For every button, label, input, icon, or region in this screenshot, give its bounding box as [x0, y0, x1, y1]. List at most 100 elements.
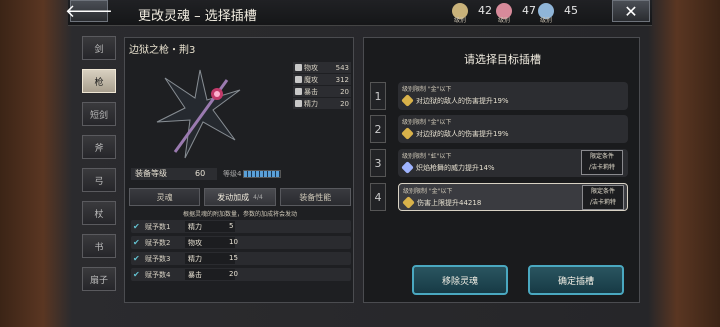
bonus-row: ✔ 赋予数2 物攻 10 [131, 236, 351, 249]
currency-1-label: 级别 [454, 17, 467, 24]
bonus-value: 15 [229, 254, 238, 262]
close-button[interactable]: ✕ [612, 0, 650, 22]
stat-name: 物攻 [304, 63, 318, 72]
tab-activate-bonus[interactable]: 发动加成 4/4 [204, 188, 276, 206]
gold-gem-icon [401, 94, 414, 107]
back-arrow-icon: 🡐 [64, 0, 114, 22]
bonus-row: ✔ 赋予数4 暴击 20 [131, 268, 351, 281]
bonus-name: 赋予数2 [145, 239, 171, 247]
tab-book[interactable]: 书 [82, 234, 116, 258]
currency-2-value: 47 [522, 4, 536, 17]
bonus-row: ✔ 赋予数3 精力 15 [131, 252, 351, 265]
check-icon: ✔ [133, 222, 140, 231]
stat-value: 312 [335, 75, 349, 84]
phys-attack-icon [295, 64, 302, 71]
weapon-type-tabs: 剑 枪 短剑 斧 弓 杖 书 扇子 [82, 36, 120, 300]
bonus-name: 赋予数3 [145, 255, 171, 263]
tab-soul-label: 灵魂 [156, 192, 173, 202]
stat-name: 魔攻 [304, 75, 318, 84]
rainbow-gem-icon [401, 161, 414, 174]
slot-effect: 伤害上限提升44218 [417, 199, 482, 207]
check-icon: ✔ [133, 270, 140, 279]
bonus-value: 10 [229, 238, 238, 246]
tab-fan[interactable]: 扇子 [82, 267, 116, 291]
tab-bow[interactable]: 弓 [82, 168, 116, 192]
stat-value: 543 [335, 63, 349, 72]
slot-requirement: 级别限制 "金"以下 [403, 188, 453, 195]
level-display: 等级4 [223, 168, 241, 180]
slot-number: 1 [370, 82, 386, 110]
level-bar-fill [244, 171, 280, 177]
bonus-name: 赋予数4 [145, 271, 171, 279]
gold-gem-icon [401, 127, 414, 140]
slot-condition: 限定条件 /洁卡莉特 [582, 185, 624, 210]
slot-requirement: 级别限制 "金"以下 [402, 119, 452, 126]
bonus-stat: 精力 [185, 253, 235, 264]
stat-row: 魔攻 312 [293, 74, 351, 85]
stat-row: 暴击 20 [293, 86, 351, 97]
weapon-panel: 边狱之枪・荆3 物攻 543 魔攻 312 暴击 20 精力 20 装备等级 60 等级… [124, 37, 354, 303]
tab-activate-label: 发动加成 [217, 192, 250, 202]
magic-attack-icon [295, 76, 302, 83]
stat-row: 精力 20 [293, 98, 351, 109]
stat-value: 20 [340, 87, 349, 96]
slot-body: 级别限制 "金"以下 对边狱的敌人的伤害提升19% [398, 115, 628, 143]
activate-count: 4/4 [253, 193, 263, 201]
page-title: 更改灵魂 – 选择插槽 [138, 9, 257, 24]
bonus-stat: 物攻 [185, 237, 235, 248]
bonus-hint: 根据灵魂的附加数量，参数的加成将会发动 [182, 211, 297, 218]
slot-requirement: 级别限制 "金"以下 [402, 86, 452, 93]
equip-level-row: 装备等级 60 等级4 [131, 168, 351, 182]
spear-weapon-icon [156, 69, 241, 159]
level-label: 等级 [223, 170, 237, 178]
stat-row: 物攻 543 [293, 62, 351, 73]
check-icon: ✔ [133, 254, 140, 263]
tab-equip-performance[interactable]: 装备性能 [279, 188, 351, 206]
stat-name: 精力 [304, 99, 318, 108]
tab-spear[interactable]: 枪 [82, 69, 116, 93]
tab-soul[interactable]: 灵魂 [129, 188, 201, 206]
bonus-row: ✔ 赋予数1 精力 5 [131, 220, 351, 233]
gold-gem-icon [402, 196, 415, 209]
slot-requirement: 级别限制 "虹"以下 [402, 153, 452, 160]
slot-4[interactable]: 4 级别限制 "金"以下 伤害上限提升44218 限定条件 /洁卡莉特 [370, 183, 634, 211]
level-bar [243, 170, 281, 178]
bonus-stat: 精力 [185, 221, 235, 232]
back-button[interactable]: 🡐 [65, 0, 113, 22]
slot-effect: 对边狱的敌人的伤害提升19% [416, 130, 509, 138]
slot-panel-title: 请选择目标插槽 [464, 53, 541, 66]
stat-value: 20 [340, 99, 349, 108]
slot-number: 4 [370, 183, 386, 211]
stat-name: 暴击 [304, 87, 318, 96]
slot-effect: 炽焰枪舞的威力提升14% [416, 164, 495, 172]
check-icon: ✔ [133, 238, 140, 247]
slot-body: 级别限制 "金"以下 对边狱的敌人的伤害提升19% [398, 82, 628, 110]
slot-3[interactable]: 3 级别限制 "虹"以下 炽焰枪舞的威力提升14% 限定条件 /洁卡莉特 [370, 149, 634, 177]
currency-1-value: 42 [478, 4, 492, 17]
tab-performance-label: 装备性能 [299, 192, 332, 202]
slot-body: 级别限制 "虹"以下 炽焰枪舞的威力提升14% 限定条件 /洁卡莉特 [398, 149, 628, 177]
level-value: 4 [237, 170, 242, 178]
tab-staff[interactable]: 杖 [82, 201, 116, 225]
remove-soul-button[interactable]: 移除灵魂 [412, 265, 508, 295]
weapon-name: 边狱之枪・荆3 [129, 45, 196, 56]
bonus-value: 5 [229, 222, 234, 230]
weapon-stats: 物攻 543 魔攻 312 暴击 20 精力 20 [293, 62, 351, 110]
slot-number: 2 [370, 115, 386, 143]
slot-1[interactable]: 1 级别限制 "金"以下 对边狱的敌人的伤害提升19% [370, 82, 634, 110]
tab-dagger[interactable]: 短剑 [82, 102, 116, 126]
currency-2-label: 级别 [498, 17, 511, 24]
tab-sword[interactable]: 剑 [82, 36, 116, 60]
panel-subtabs: 灵魂 发动加成 4/4 装备性能 [129, 188, 351, 206]
equip-level-value: 60 [195, 169, 206, 178]
currency-3-value: 45 [564, 4, 578, 17]
tab-axe[interactable]: 斧 [82, 135, 116, 159]
slot-body: 级别限制 "金"以下 伤害上限提升44218 限定条件 /洁卡莉特 [398, 183, 628, 211]
slot-condition: 限定条件 /洁卡莉特 [581, 150, 623, 175]
slot-2[interactable]: 2 级别限制 "金"以下 对边狱的敌人的伤害提升19% [370, 115, 634, 143]
crit-icon [295, 88, 302, 95]
bonus-value: 20 [229, 270, 238, 278]
currency-3-label: 级别 [540, 17, 553, 24]
slot-panel: 请选择目标插槽 1 级别限制 "金"以下 对边狱的敌人的伤害提升19% 2 级别… [363, 37, 640, 303]
confirm-slot-button[interactable]: 确定插槽 [528, 265, 624, 295]
